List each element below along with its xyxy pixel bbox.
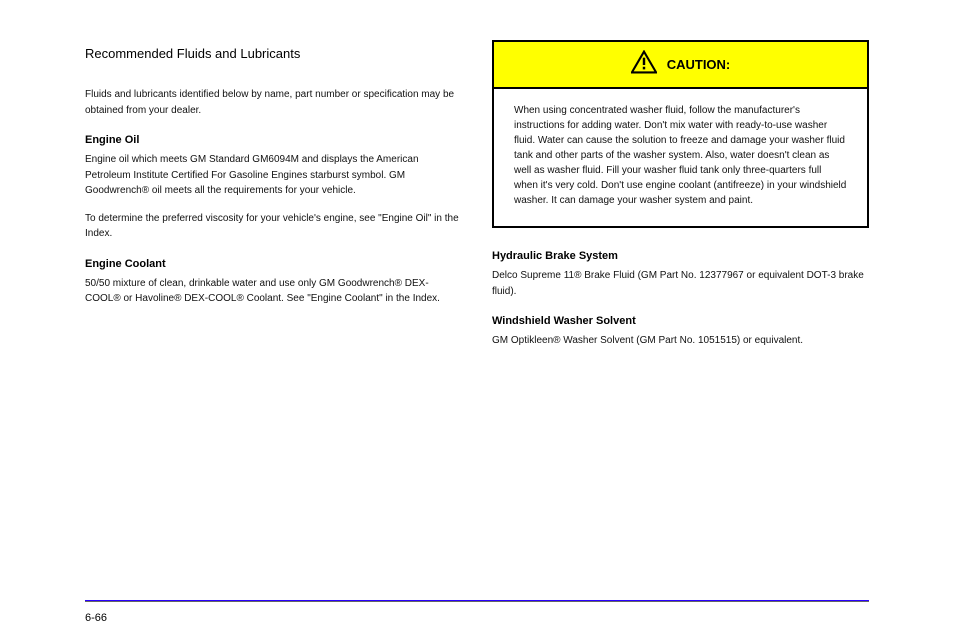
left-column: Recommended Fluids and Lubricants Fluids…	[85, 40, 462, 319]
paragraph: Engine oil which meets GM Standard GM609…	[85, 152, 462, 199]
subheading-washer-solvent: Windshield Washer Solvent	[492, 315, 869, 327]
caution-box: CAUTION: When using concentrated washer …	[492, 40, 869, 228]
subheading-brake-system: Hydraulic Brake System	[492, 250, 869, 262]
caution-body: When using concentrated washer fluid, fo…	[494, 89, 867, 226]
paragraph: Delco Supreme 11® Brake Fluid (GM Part N…	[492, 268, 869, 299]
subheading-engine-coolant: Engine Coolant	[85, 258, 462, 270]
paragraph: Fluids and lubricants identified below b…	[85, 87, 462, 118]
two-column-layout: Recommended Fluids and Lubricants Fluids…	[85, 40, 869, 361]
paragraph: 50/50 mixture of clean, drinkable water …	[85, 276, 462, 307]
caution-header: CAUTION:	[494, 42, 867, 89]
section-title: Recommended Fluids and Lubricants	[85, 46, 462, 61]
warning-icon	[631, 50, 657, 79]
paragraph: To determine the preferred viscosity for…	[85, 211, 462, 242]
footer-rule	[85, 600, 869, 601]
caution-title: CAUTION:	[667, 57, 731, 72]
paragraph: GM Optikleen® Washer Solvent (GM Part No…	[492, 333, 869, 349]
subheading-engine-oil: Engine Oil	[85, 134, 462, 146]
right-column: CAUTION: When using concentrated washer …	[492, 40, 869, 361]
page-number: 6-66	[85, 612, 107, 624]
page: Recommended Fluids and Lubricants Fluids…	[0, 0, 954, 361]
